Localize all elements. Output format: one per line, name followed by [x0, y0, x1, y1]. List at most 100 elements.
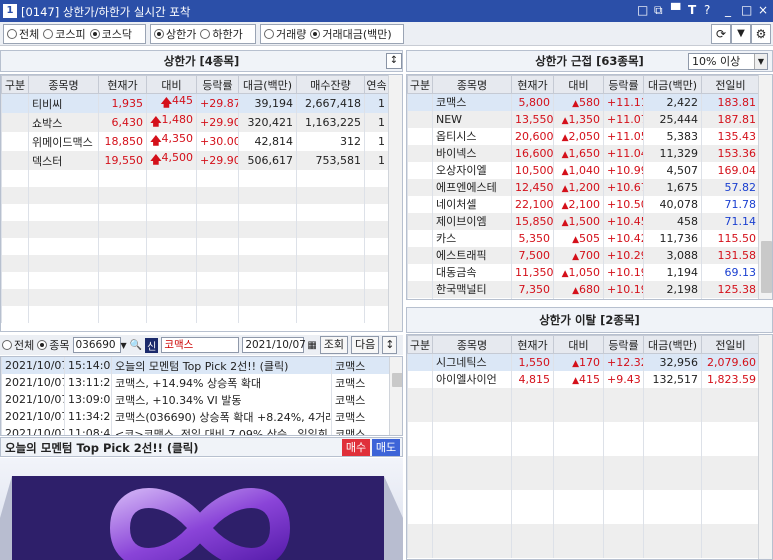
table-row[interactable]: 카스5,350▲505+10.4211,736115.50	[407, 229, 760, 247]
news-row[interactable]: 2021/10/0711:08:41<코>코맥스, 전일 대비 7.09% 상승…	[1, 425, 390, 435]
search-icon[interactable]: 🔍	[130, 340, 142, 351]
table-row[interactable]: 시그네틱스1,550▲170+12.3232,9562,079.60	[407, 353, 760, 371]
empty-cell	[296, 272, 365, 289]
news-row[interactable]: 2021/10/0711:34:27코맥스(036690) 상승폭 확대 +8.…	[1, 408, 390, 425]
stock-code-input[interactable]: 036690	[72, 337, 121, 353]
col-header[interactable]: 대금(백만)	[643, 335, 702, 354]
col-header[interactable]: 현재가	[98, 75, 147, 94]
change-value: 415	[579, 372, 600, 386]
refresh-button[interactable]: ⟳	[711, 24, 731, 44]
table-row[interactable]: 한국맥널티7,350▲680+10.192,198125.38	[407, 280, 760, 298]
col-header[interactable]: 구분	[1, 75, 29, 94]
news-scope-stock[interactable]: 종목	[37, 337, 70, 353]
table-row[interactable]: 에프엔에스테12,450▲1,200+10.671,67557.82	[407, 178, 760, 196]
col-header[interactable]: 전일비	[701, 335, 760, 354]
col-header[interactable]: 대비	[553, 75, 604, 94]
dropdown-button[interactable]: ▼	[731, 24, 751, 44]
sell-button[interactable]: 매도	[372, 439, 400, 456]
col-header[interactable]: 매수잔량	[296, 75, 365, 94]
table-row[interactable]: 오상자이엘10,500▲1,040+10.994,507169.04	[407, 161, 760, 179]
deviated-table: 구분 종목명 현재가 대비 등락률 대금(백만) 전일비 시그네틱스 1,550 ▲…	[407, 335, 760, 558]
col-header[interactable]: 대금(백만)	[643, 75, 702, 94]
chevron-down-icon[interactable]: ▼	[121, 341, 127, 350]
empty-cell	[553, 540, 604, 558]
col-header[interactable]: 등락률	[196, 75, 239, 94]
col-header[interactable]: 연속	[364, 75, 389, 94]
up-triangle-icon: ▲	[572, 98, 579, 109]
table-row[interactable]: 덱스터 19,550 🡅 4,500 +29.90 506,617 753,581 1	[1, 151, 389, 170]
table-row[interactable]: 코맥스5,800▲580+11.112,422183.81	[407, 93, 760, 111]
cell-stock-name: 티비씨	[28, 93, 99, 113]
change-value: 2,150	[569, 300, 601, 301]
news-scrollbar[interactable]	[389, 357, 402, 435]
table-row[interactable]: NEW13,550▲1,350+11.0725,444187.81	[407, 110, 760, 128]
table-row[interactable]: 네이처셀22,100▲2,100+10.5040,07871.78	[407, 195, 760, 213]
cell-news-date: 2021/10/07	[1, 357, 65, 374]
expand-icon[interactable]: ↕	[382, 336, 398, 354]
col-header[interactable]: 등락률	[603, 75, 644, 94]
col-header[interactable]: 대비	[553, 335, 604, 354]
copy-window-icon[interactable]: ⧉	[654, 3, 663, 18]
promo-banner[interactable]	[0, 458, 403, 560]
table-row[interactable]: 바이넥스16,600▲1,650+11.0411,329153.36	[407, 144, 760, 162]
limit-radio-upper[interactable]: 상한가	[154, 26, 196, 42]
table-row[interactable]: 쇼박스 6,430 🡅 1,480 +29.90 320,421 1,163,225 1	[1, 113, 389, 132]
market-radio-kospi[interactable]: 코스피	[43, 26, 86, 42]
col-header[interactable]: 구분	[407, 335, 433, 354]
sort-toggle-icon[interactable]: ↕	[386, 53, 402, 69]
col-header[interactable]: 전일비	[701, 75, 760, 94]
pin-icon[interactable]: ▀	[671, 3, 680, 17]
rate-filter-select[interactable]: 10% 이상 ▼	[688, 53, 768, 70]
scrollbar-thumb[interactable]	[392, 373, 402, 387]
font-size-icon[interactable]: T	[688, 3, 696, 17]
limit-radio-lower[interactable]: 하한가	[200, 26, 243, 42]
empty-cell	[1, 238, 29, 255]
date-input[interactable]: 2021/10/07	[242, 337, 306, 353]
col-header[interactable]: 종목명	[28, 75, 99, 94]
scrollbar-thumb[interactable]	[761, 241, 772, 293]
query-button[interactable]: 조회	[319, 336, 349, 354]
news-row[interactable]: 2021/10/0715:14:07오늘의 모멘텀 Top Pick 2선!! …	[1, 357, 390, 374]
col-header[interactable]: 종목명	[432, 335, 512, 354]
col-header[interactable]: 등락률	[603, 335, 644, 354]
table-row[interactable]: 에스트래픽7,500▲700+10.293,088131.58	[407, 246, 760, 264]
cell-prev-ratio: 69.13	[701, 263, 760, 281]
table-row[interactable]: 티비씨 1,935 🡅 445 +29.87 39,194 2,667,418 1	[1, 93, 389, 113]
sort-radio-volume[interactable]: 거래량	[264, 26, 306, 42]
minimize-icon[interactable]: _	[725, 3, 731, 17]
help-icon[interactable]: ?	[704, 3, 710, 17]
market-radio-kosdaq[interactable]: 코스닥	[89, 26, 132, 42]
news-headline[interactable]: 오늘의 모멘텀 Top Pick 2선!! (클릭)	[5, 440, 199, 456]
market-radio-all[interactable]: 전체	[7, 26, 39, 42]
table-row[interactable]: 옵티시스20,600▲2,050+11.055,383135.43	[407, 127, 760, 145]
col-header[interactable]: 대비	[146, 75, 197, 94]
col-header[interactable]: 현재가	[511, 335, 554, 354]
col-header[interactable]: 종목명	[432, 75, 512, 94]
cell-prev-ratio: 2,079.60	[701, 353, 760, 371]
settings-button[interactable]: ⚙	[751, 24, 771, 44]
table-row[interactable]: 대동금속11,350▲1,050+10.191,19469.13	[407, 263, 760, 281]
news-row[interactable]: 2021/10/0713:09:05코맥스, +10.34% VI 발동코맥스	[1, 391, 390, 408]
table-row[interactable]: 위메이드맥스 18,850 🡅 4,350 +30.00 42,814 312 1	[1, 132, 389, 151]
buy-button[interactable]: 매수	[342, 439, 370, 456]
empty-cell	[701, 404, 760, 422]
news-scope-all[interactable]: 전체	[2, 337, 34, 353]
col-header[interactable]: 대금(백만)	[238, 75, 297, 94]
close-icon[interactable]: ×	[758, 3, 768, 17]
table-row[interactable]: 제이브이엠15,850▲1,500+10.4545871.14	[407, 212, 760, 230]
news-row[interactable]: 2021/10/0713:11:21코맥스, +14.94% 상승폭 확대코맥스	[1, 374, 390, 391]
col-header[interactable]: 구분	[407, 75, 433, 94]
empty-cell	[407, 404, 433, 422]
link-icon[interactable]: □	[637, 3, 648, 17]
maximize-icon[interactable]: □	[741, 3, 752, 17]
table-row[interactable]: 아이엘사이언 4,815 ▲ 415 +9.43 132,517 1,823.59	[407, 370, 760, 388]
table-row[interactable]: 마이크로디지23,350▲2,150+10.144,39993.59	[407, 297, 760, 301]
upper-limit-scrollbar[interactable]	[388, 75, 402, 331]
cell-news-title: <코>코맥스, 전일 대비 7.09% 상승.. 일일회	[111, 425, 332, 435]
sort-radio-amount[interactable]: 거래대금(백만)	[310, 26, 392, 42]
calendar-icon[interactable]: ▦	[307, 340, 316, 351]
near-upper-scrollbar[interactable]	[758, 75, 772, 299]
col-header[interactable]: 현재가	[511, 75, 554, 94]
deviated-scrollbar[interactable]	[758, 335, 772, 559]
next-button[interactable]: 다음	[351, 336, 380, 354]
